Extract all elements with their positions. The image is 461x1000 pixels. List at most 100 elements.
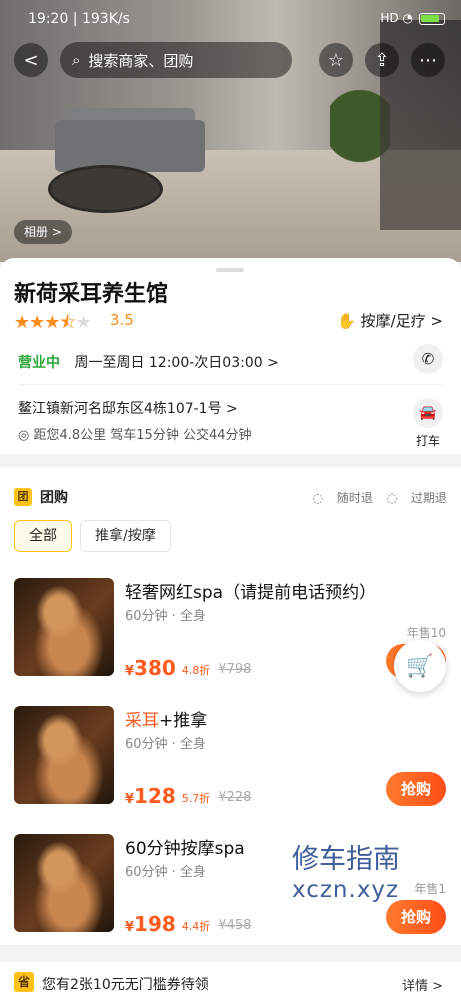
price-value: 128 [134,784,176,808]
share-icon: ⇪ [374,49,390,71]
rating-stars: ★★★⯪★ [14,310,92,340]
back-icon: < [23,49,39,71]
buy-button[interactable]: 抢购 [386,772,446,806]
refund-anytime-tag: ◌ 随时退 [312,491,373,505]
currency: ¥ [125,920,135,935]
currency: ¥ [125,792,135,807]
status-time: 19:20 | 193K/s [28,11,130,27]
coupon-icon: 省 [14,972,34,992]
watermark-line2: xczn.xyz [292,877,400,903]
search-input[interactable]: ⌕ 搜索商家、团购 [60,42,292,78]
address-link[interactable]: 鳌江镇新河名邸东区4栋107-1号 > [18,398,238,418]
shop-info-card: 新荷采耳养生馆 ★★★⯪★ 3.5 ✋ 按摩/足疗 > 营业中 周一至周日 12… [0,258,461,454]
refund-expired-tag: ◌ 过期退 [386,491,447,505]
discount: 4.8折 [181,663,211,677]
star-empty-icon: ★ [75,312,91,333]
phone-button[interactable]: ✆ [413,344,443,374]
wifi-icon: ◔ [402,11,413,25]
deal-title: 60分钟按摩spa [125,839,245,859]
deal-tabs: 全部 推拿/按摩 [14,520,171,552]
taxi-label: 打车 [415,434,440,448]
deal-thumbnail [14,834,114,932]
annual-sales: 年售1 [414,882,446,896]
star-icon: ★ [14,312,30,333]
hours-row[interactable]: 营业中 周一至周日 12:00-次日03:00 > [18,352,279,372]
deal-item[interactable]: 轻奢网红spa（请提前电话预约） 60分钟 · 全身 ¥380 4.8折 ¥798 … [14,578,446,680]
location-icon: ◎ [18,428,30,443]
price-value: 198 [134,912,176,936]
deal-sub: 60分钟 · 全身 [125,609,206,624]
coupon-banner[interactable]: 省 您有2张10元无门槛券待领 详情 > [0,962,461,1000]
price-value: 380 [134,656,176,680]
annual-sales: 年售10 [406,626,446,640]
album-button[interactable]: 相册 > [14,220,72,244]
car-icon: 🚘 [413,398,443,428]
group-icon: 团 [14,488,32,506]
photo-sofa [55,120,205,172]
hours-text: 周一至周日 12:00-次日03:00 > [74,355,279,371]
star-icon: ☆ [327,49,345,71]
tag-text: 随时退 [336,491,373,505]
deal-sub: 60分钟 · 全身 [125,865,206,880]
cart-icon: 🛒 [406,653,434,679]
search-icon: ⌕ [72,51,81,69]
discount: 4.4折 [181,919,211,933]
watermark: 修车指南 xczn.xyz [292,845,400,905]
star-icon: ★ [29,312,45,333]
time-text: 19:20 [28,11,69,27]
divider [18,384,443,385]
watermark-line1: 修车指南 [292,844,400,875]
group-header: 团 团购 [14,487,68,507]
signal-label: HD [380,11,399,25]
category-link[interactable]: ✋ 按摩/足疗 > [337,310,443,331]
rating-score: 3.5 [110,311,134,329]
deal-price: ¥380 4.8折 ¥798 [125,656,251,680]
cart-button[interactable]: 🛒 [394,640,446,692]
coupon-text: 您有2张10元无门槛券待领 [42,977,209,993]
more-button[interactable]: ⋯ [411,43,445,77]
coupon-detail-link[interactable]: 详情 > [402,975,443,994]
refund-tags: ◌ 随时退 ◌ 过期退 [303,489,447,506]
distance-text: 距您4.8公里 驾车15分钟 公交44分钟 [33,428,252,443]
category-label: 按摩/足疗 > [360,312,443,330]
discount: 5.7折 [181,791,211,805]
taxi-button[interactable]: 🚘 打车 [413,398,443,449]
deal-sub: 60分钟 · 全身 [125,737,206,752]
share-button[interactable]: ⇪ [365,43,399,77]
tab-massage[interactable]: 推拿/按摩 [80,520,171,552]
distance-info: ◎ 距您4.8公里 驾车15分钟 公交44分钟 [18,424,252,443]
tab-all[interactable]: 全部 [14,520,72,552]
deal-thumbnail [14,578,114,676]
deal-item[interactable]: 采耳+推拿 60分钟 · 全身 ¥128 5.7折 ¥228 抢购 [14,706,446,808]
half-star-icon: ⯪ [59,312,76,333]
battery-icon [419,12,445,25]
deal-title: 采耳+推拿 [125,711,208,731]
buy-button[interactable]: 抢购 [386,900,446,934]
shop-name: 新荷采耳养生馆 [14,282,169,307]
tag-text: 过期退 [410,491,447,505]
open-status: 营业中 [18,355,60,371]
deal-thumbnail [14,706,114,804]
drag-handle[interactable] [216,268,244,272]
status-bar: 19:20 | 193K/s HD ◔ [0,0,461,40]
status-right: HD ◔ [380,11,445,25]
original-price: ¥228 [218,790,252,805]
shop-photo[interactable]: 19:20 | 193K/s HD ◔ < ⌕ 搜索商家、团购 ☆ ⇪ ⋯ 相册… [0,0,461,262]
star-icon: ★ [44,312,60,333]
deal-price: ¥128 5.7折 ¥228 [125,784,251,808]
currency: ¥ [125,664,135,679]
back-button[interactable]: < [14,43,48,77]
phone-icon: ✆ [421,350,435,368]
original-price: ¥798 [218,662,252,677]
favorite-button[interactable]: ☆ [319,43,353,77]
massage-icon: ✋ [337,312,356,330]
original-price: ¥458 [218,918,252,933]
title-highlight: 采耳 [125,711,159,731]
deal-price: ¥198 4.4折 ¥458 [125,912,251,936]
net-speed: 193K/s [81,11,130,27]
more-icon: ⋯ [419,49,437,71]
deal-title: 轻奢网红spa（请提前电话预约） [125,583,377,603]
group-title: 团购 [40,490,68,506]
photo-table [48,165,163,213]
search-placeholder: 搜索商家、团购 [88,51,194,70]
